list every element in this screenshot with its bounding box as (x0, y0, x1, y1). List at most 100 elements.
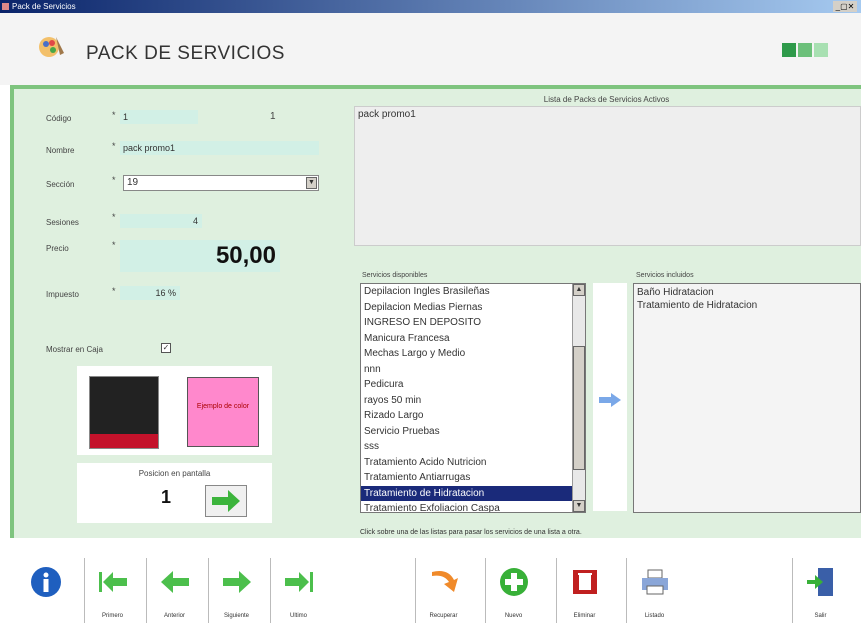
codigo-required: * (112, 110, 116, 120)
salir-button[interactable]: Salir (792, 558, 848, 623)
recuperar-label: Recuperar (429, 613, 458, 619)
available-services-list[interactable]: Depilacion Ingles Brasileñas Depilacion … (360, 283, 586, 513)
scroll-up-icon[interactable]: ▲ (573, 284, 585, 296)
list-item[interactable]: sss (361, 439, 585, 455)
app-icon (2, 3, 9, 10)
trash-icon (573, 570, 597, 594)
list-item-selected[interactable]: Tratamiento de Hidratacion (361, 485, 585, 501)
position-label: Posicion en pantalla (138, 469, 211, 478)
arrow-first-icon (99, 572, 127, 592)
list-item[interactable]: Rizado Largo (361, 408, 585, 424)
colors-panel: Ejemplo de color (77, 366, 272, 455)
list-item[interactable]: Tratamiento Exfoliacion Caspa (361, 501, 585, 512)
list-item[interactable]: INGRESO EN DEPOSITO (361, 315, 585, 331)
salir-label: Salir (814, 613, 827, 619)
chevron-down-icon[interactable]: ▼ (306, 177, 317, 189)
list-item[interactable]: nnn (361, 362, 585, 378)
position-next-button[interactable] (205, 485, 247, 517)
codigo-extra: 1 (270, 111, 276, 122)
included-services-list[interactable]: Baño Hidratacion Tratamiento de Hidratac… (633, 283, 861, 513)
status-square-1 (782, 43, 796, 57)
arrow-left-icon (161, 571, 189, 593)
window-controls[interactable]: _▢✕ (833, 1, 857, 12)
arrow-right-icon (212, 490, 240, 512)
nombre-required: * (112, 141, 116, 151)
window-title: Pack de Servicios (12, 2, 76, 11)
siguiente-label: Siguiente (223, 613, 250, 619)
list-item[interactable]: Tratamiento de Hidratacion (637, 299, 857, 312)
scrollbar[interactable]: ▲ ▼ (572, 284, 585, 512)
anterior-button[interactable]: Anterior (146, 558, 202, 623)
recover-icon (432, 571, 458, 592)
anterior-label: Anterior (163, 613, 185, 619)
list-item[interactable]: Servicio Pruebas (361, 424, 585, 440)
hint-text: Click sobre una de las listas para pasar… (360, 529, 582, 536)
sesiones-label: Sesiones (46, 218, 79, 227)
scroll-thumb[interactable] (573, 346, 585, 470)
ultimo-button[interactable]: Ultimo (270, 558, 326, 623)
add-icon (500, 568, 528, 596)
list-item[interactable]: Depilacion Medias Piernas (361, 300, 585, 316)
toolbar: Primero Anterior Siguiente Ultimo Recupe… (0, 555, 861, 623)
nombre-field[interactable]: pack promo1 (120, 141, 319, 155)
list-item[interactable]: Tratamiento Antiarrugas (361, 470, 585, 486)
title-bar: Pack de Servicios _▢✕ (0, 0, 861, 13)
position-value: 1 (161, 487, 172, 507)
seccion-required: * (112, 175, 116, 185)
list-item[interactable]: Tratamiento Acido Nutricion (361, 455, 585, 471)
eliminar-button[interactable]: Eliminar (556, 558, 612, 623)
sesiones-required: * (112, 212, 116, 222)
list-item[interactable]: rayos 50 min (361, 393, 585, 409)
precio-field[interactable]: 50,00 (120, 240, 280, 272)
list-item[interactable]: Depilacion Ingles Brasileñas (361, 284, 585, 300)
precio-required: * (112, 240, 116, 250)
active-packs-title: Lista de Packs de Servicios Activos (543, 95, 670, 104)
impuesto-label: Impuesto (46, 290, 79, 299)
mostrar-caja-checkbox[interactable]: ✓ (161, 343, 171, 353)
position-panel: Posicion en pantalla 1 (77, 463, 272, 523)
header: PACK DE SERVICIOS (0, 13, 861, 85)
list-item[interactable]: Pedicura (361, 377, 585, 393)
mostrar-caja-label: Mostrar en Caja (46, 345, 103, 354)
status-square-2 (798, 43, 812, 57)
nombre-label: Nombre (46, 146, 75, 155)
active-packs-list[interactable]: pack promo1 (354, 106, 861, 246)
included-services-title: Servicios incluidos (636, 272, 694, 279)
transfer-column (593, 283, 627, 511)
info-button[interactable] (18, 558, 74, 623)
list-item[interactable]: Manicura Francesa (361, 331, 585, 347)
color-example-swatch[interactable]: Ejemplo de color (187, 377, 259, 447)
list-item[interactable]: Baño Hidratacion (637, 286, 857, 299)
list-item[interactable]: pack promo1 (358, 109, 857, 120)
recuperar-button[interactable]: Recuperar (415, 558, 471, 623)
impuesto-field[interactable]: 16 % (120, 286, 180, 300)
siguiente-button[interactable]: Siguiente (208, 558, 264, 623)
exit-door-icon (807, 568, 833, 596)
sesiones-field[interactable]: 4 (120, 214, 202, 228)
seccion-label: Sección (46, 180, 75, 189)
transfer-arrow-icon[interactable] (598, 393, 622, 407)
impuesto-required: * (112, 286, 116, 296)
listado-button[interactable]: Listado (626, 558, 682, 623)
nuevo-label: Nuevo (504, 613, 523, 619)
scroll-down-icon[interactable]: ▼ (573, 500, 585, 512)
page-title: PACK DE SERVICIOS (86, 43, 285, 64)
codigo-field[interactable]: 1 (120, 110, 198, 124)
arrow-right-icon (223, 571, 251, 593)
arrow-last-icon (285, 572, 313, 592)
seccion-value: 19 (127, 177, 139, 188)
info-icon (31, 567, 61, 597)
status-square-3 (814, 43, 828, 57)
precio-label: Precio (46, 244, 69, 253)
seccion-select[interactable]: 19 ▼ (123, 175, 319, 191)
list-item[interactable]: Mechas Largo y Medio (361, 346, 585, 362)
printer-icon (642, 569, 668, 595)
primero-button[interactable]: Primero (84, 558, 140, 623)
color-bar (90, 434, 158, 448)
nuevo-button[interactable]: Nuevo (485, 558, 541, 623)
pack-logo-icon (39, 37, 64, 57)
listado-label: Listado (644, 613, 665, 619)
available-services-title: Servicios disponibles (362, 272, 428, 279)
ultimo-label: Ultimo (289, 613, 307, 619)
dark-color-swatch[interactable] (89, 376, 159, 449)
